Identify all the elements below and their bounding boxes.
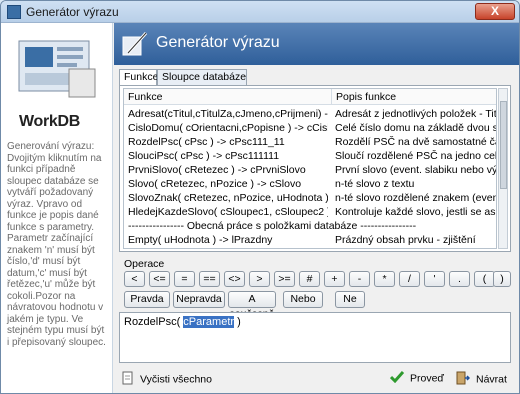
row-function: RozdelPsc( cPsc ) -> cPsc111_11	[128, 136, 285, 148]
op-button[interactable]: +	[324, 271, 345, 287]
expression-selection: cParametr	[183, 316, 235, 328]
ok-label: Proveď	[410, 372, 444, 385]
list-row[interactable]: RozdelPsc( cPsc ) -> cPsc111_11 Rozdělí P…	[124, 136, 496, 149]
op-button[interactable]: >	[249, 271, 270, 287]
row-function: Slovo( cRetezec, nPozice ) -> cSlovo	[128, 178, 302, 190]
row-description: Sloučí rozdělené PSČ na jedno celé číslo…	[335, 150, 496, 162]
row-function: SlouciPsc( cPsc ) -> cPsc111111	[128, 150, 280, 162]
sidebar: WorkDB Generování výrazu: Dvojitým klikn…	[1, 23, 113, 393]
list-row-separator[interactable]: ---------------- Obecná práce s položkam…	[124, 220, 496, 233]
column-header-popis[interactable]: Popis funkce	[332, 89, 496, 105]
help-text: Generování výrazu: Dvojitým kliknutím na…	[7, 141, 106, 348]
tab-sloupce-databaze[interactable]: Sloupce databáze	[157, 69, 247, 85]
document-icon	[122, 371, 134, 388]
list-row[interactable]: SlovoZnak( cRetezec, nPozice, uHodnota )…	[124, 192, 496, 205]
row-function: CisloDomu( cOrientacni,cPopisne ) -> cCi…	[128, 122, 328, 134]
op-button[interactable]: ==	[199, 271, 220, 287]
close-button[interactable]: X	[475, 3, 515, 20]
app-icon	[7, 5, 21, 19]
clear-all-button[interactable]: Vyčisti všechno	[122, 371, 212, 388]
window-title: Generátor výrazu	[26, 5, 119, 19]
back-button[interactable]: Návrat	[456, 371, 507, 388]
nebo-button[interactable]: Nebo	[283, 291, 323, 308]
row-description: Adresát z jednotlivých položek - Titul, …	[335, 108, 497, 120]
generator-window: Generátor výrazu X WorkDB Generování výr…	[0, 0, 520, 394]
title-bar: Generátor výrazu X	[1, 1, 519, 23]
op-button[interactable]: <=	[149, 271, 170, 287]
list-row[interactable]: Slovo( cRetezec, nPozice ) -> cSlovo n-té…	[124, 178, 496, 191]
tab-funkce[interactable]: Funkce	[119, 69, 158, 86]
op-button[interactable]: '	[424, 271, 445, 287]
op-button[interactable]: <	[124, 271, 145, 287]
scrollbar-thumb[interactable]	[500, 101, 507, 189]
row-description: Kontroluje každé slovo, jestli se aspoň …	[335, 206, 496, 218]
row-description: První slovo (event. slabiku nebo výraz) …	[335, 164, 497, 176]
list-row[interactable]: SlouciPsc( cPsc ) -> cPsc111111 Sloučí ro…	[124, 150, 496, 163]
pravda-button[interactable]: Pravda	[124, 291, 170, 308]
ok-button[interactable]: Proveď	[389, 371, 444, 386]
row-description: n-té slovo rozdělené znakem (event. slab…	[335, 192, 496, 204]
row-function: SlovoZnak( cRetezec, nPozice, uHodnota )…	[128, 192, 328, 204]
ne-button[interactable]: Ne	[335, 291, 365, 308]
op-button[interactable]: )	[493, 271, 511, 287]
list-row[interactable]: PrvniSlovo( cRetezec ) -> cPrvniSlovo Prv…	[124, 164, 497, 177]
exit-door-icon	[456, 371, 471, 388]
op-button[interactable]: <>	[224, 271, 245, 287]
list-row[interactable]: Empty( uHodnota ) -> lPrazdny Prázdný obs…	[124, 234, 496, 247]
header-title: Generátor výrazu	[156, 34, 280, 51]
expression-suffix: )	[234, 316, 241, 328]
nepravda-button[interactable]: Nepravda	[173, 291, 225, 308]
row-function: HledejKazdeSlovo( cSloupec1, cSloupec2 )…	[128, 206, 328, 218]
clear-all-label: Vyčisti všechno	[140, 373, 212, 386]
row-description: Rozdělí PSČ na dvě samostatné části - pr…	[335, 136, 496, 148]
back-label: Návrat	[476, 373, 507, 386]
row-function: ---------------- Obecná práce s položkam…	[128, 220, 417, 232]
op-button[interactable]: *	[374, 271, 395, 287]
op-button[interactable]: /	[399, 271, 420, 287]
row-function: PrvniSlovo( cRetezec ) -> cPrvniSlovo	[128, 164, 306, 176]
function-panel: Funkce Popis funkce Adresat(cTitul,cTitu…	[119, 85, 511, 252]
op-button[interactable]: -	[349, 271, 370, 287]
list-row[interactable]: CisloDomu( cOrientacni,cPopisne ) -> cCi…	[124, 122, 496, 135]
op-button[interactable]: (	[474, 271, 495, 287]
expression-prefix: RozdelPsc(	[124, 316, 184, 328]
op-button[interactable]: .	[449, 271, 470, 287]
row-function: Adresat(cTitul,cTitulZa,cJmeno,cPrijmeni…	[128, 108, 328, 120]
function-list[interactable]: Funkce Popis funkce Adresat(cTitul,cTitu…	[123, 88, 497, 249]
a-soucasne-button[interactable]: A současně	[228, 291, 276, 320]
op-button[interactable]: >=	[274, 271, 295, 287]
pen-icon	[120, 29, 150, 59]
op-button[interactable]: =	[174, 271, 195, 287]
list-scrollbar[interactable]	[498, 88, 508, 249]
op-button[interactable]: #	[299, 271, 320, 287]
workdb-logo-icon	[9, 33, 105, 105]
header-banner: Generátor výrazu	[114, 23, 519, 65]
list-row[interactable]: Adresat(cTitul,cTitulZa,cJmeno,cPrijmeni…	[124, 108, 497, 121]
row-description: Celé číslo domu na základě dvou sloupců …	[335, 122, 496, 134]
expression-editor[interactable]: RozdelPsc( cParametr )	[119, 312, 511, 363]
row-function: Empty( uHodnota ) -> lPrazdny	[128, 234, 273, 246]
column-header-funkce[interactable]: Funkce	[124, 89, 332, 105]
row-description: n-té slovo z textu	[335, 178, 415, 190]
row-description: Prázdný obsah prvku - zjištění	[335, 234, 476, 246]
footer-bar: Vyčisti všechno Proveď Návrat	[114, 363, 519, 393]
logo-text: WorkDB	[19, 113, 81, 130]
list-row[interactable]: HledejKazdeSlovo( cSloupec1, cSloupec2 )…	[124, 206, 496, 219]
operations-label: Operace	[124, 258, 165, 270]
checkmark-icon	[389, 371, 405, 386]
